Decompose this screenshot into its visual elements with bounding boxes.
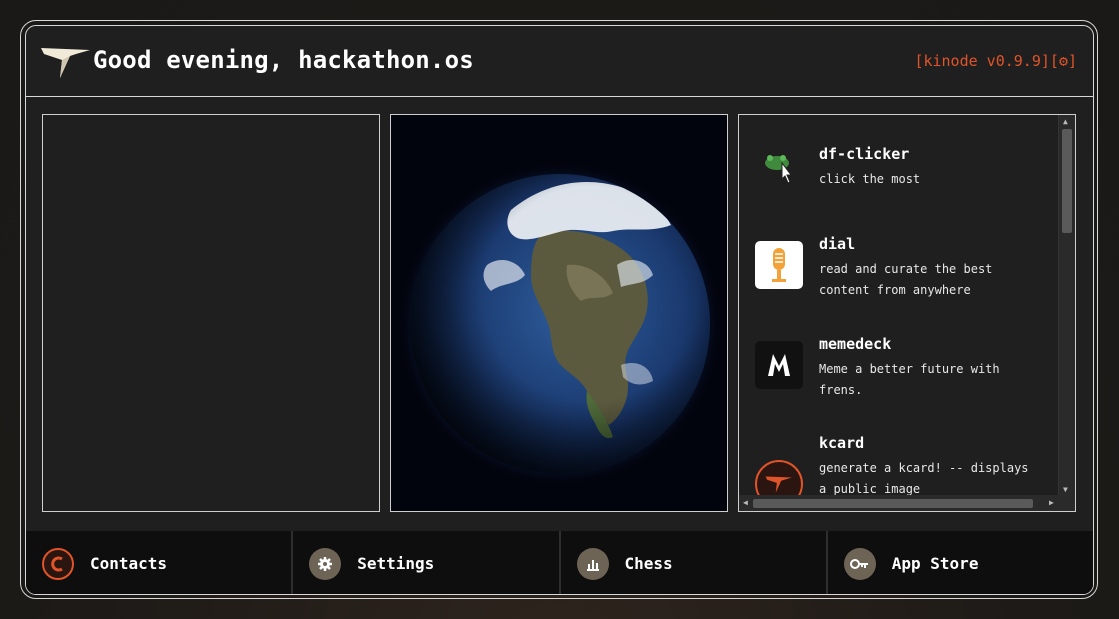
scroll-down-icon[interactable]: ▼ [1063,486,1068,494]
app-dock: Contacts Settings Chess App Store [26,531,1093,594]
dock-item-chess[interactable]: Chess [560,531,828,594]
scroll-right-icon[interactable]: ▶ [1049,499,1054,507]
horizontal-scroll-thumb[interactable] [753,499,1033,508]
gear-icon [309,547,342,580]
empty-widget-panel [42,114,380,512]
dock-item-settings[interactable]: Settings [293,531,561,594]
app-name: kcard [819,434,865,452]
frog-cursor-icon [755,145,803,193]
chess-icon [576,547,609,580]
dock-item-contacts[interactable]: Contacts [26,531,294,594]
vertical-scroll-thumb[interactable] [1062,129,1072,233]
dock-label: Settings [357,554,435,573]
greeting-title: Good evening, hackathon.os [93,46,474,74]
settings-gear-icon[interactable]: ⚙ [1059,52,1068,70]
kinode-logo-icon [41,48,90,78]
app-list: df-clicker click the most dial read and … [739,115,1059,497]
app-list-widget: df-clicker click the most dial read and … [738,114,1076,512]
horizontal-scrollbar[interactable]: ◀ ▶ [739,495,1075,511]
version-text: [kinode v0.9.9][ [914,52,1059,70]
contacts-c-icon [42,547,74,580]
app-description: generate a kcard! -- displays a public i… [819,461,1029,496]
app-description: click the most [819,172,921,186]
scroll-left-icon[interactable]: ◀ [743,499,748,507]
app-name: df-clicker [819,145,910,163]
kinode-logo-icon [755,460,803,497]
vertical-scrollbar[interactable]: ▲ ▼ [1058,115,1075,497]
version-label: [kinode v0.9.9][⚙] [914,52,1077,70]
header: Good evening, hackathon.os [kinode v0.9.… [26,26,1093,97]
dock-item-app-store[interactable]: App Store [827,531,1093,594]
dock-label: Chess [624,554,673,573]
scroll-up-icon[interactable]: ▲ [1063,118,1068,126]
dock-label: Contacts [90,554,168,573]
key-icon [843,547,876,580]
app-name: memedeck [819,335,892,353]
app-description: Meme a better future with frens. [819,362,1000,397]
dock-label: App Store [891,554,979,573]
memedeck-m-icon [755,341,803,389]
earth-globe-image [398,162,722,486]
homepage-window: Good evening, hackathon.os [kinode v0.9.… [25,25,1094,595]
app-name: dial [819,235,856,253]
globe-widget[interactable] [390,114,728,512]
microphone-icon [755,241,803,289]
version-close: ] [1067,52,1077,70]
app-description: read and curate the best content from an… [819,262,993,297]
